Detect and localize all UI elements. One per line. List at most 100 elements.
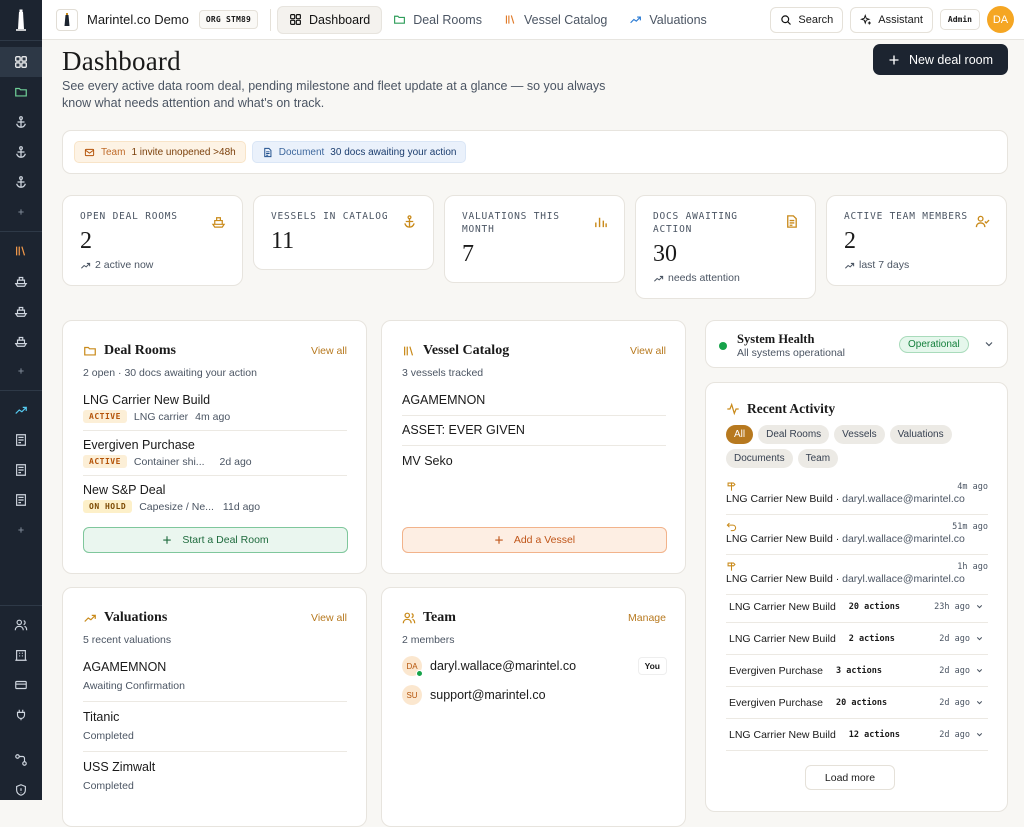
avatar: SU — [402, 685, 422, 705]
stat-docs-awaiting-action[interactable]: DOCS AWAITING ACTION 30 needs attention — [635, 195, 816, 299]
filter-chip[interactable]: All — [726, 425, 754, 444]
list-item[interactable]: AGAMEMNON — [402, 393, 485, 407]
tab-vessel-catalog[interactable]: Vessel Catalog — [493, 6, 618, 34]
signpost-icon — [727, 482, 736, 491]
library-icon[interactable] — [0, 236, 42, 266]
list-item[interactable]: USS Zimwalt Completed — [83, 760, 348, 792]
status-dot — [719, 342, 727, 350]
card-meta: 3 vessels tracked — [402, 367, 484, 379]
system-health-panel[interactable]: System Health All systems operational Op… — [705, 320, 1008, 368]
list-item[interactable]: New S&P Deal ON HOLD Capesize / Ne... 11d … — [83, 483, 348, 513]
stat-active-team-members[interactable]: ACTIVE TEAM MEMBERS 2 last 7 days — [826, 195, 1007, 286]
view-all-link[interactable]: View all — [311, 612, 347, 624]
plus-icon[interactable] — [0, 515, 42, 545]
list-item[interactable]: LNG Carrier New Build ACTIVE LNG carrier 4… — [83, 393, 348, 423]
card-meta: 2 open · 30 docs awaiting your action — [83, 367, 257, 379]
shield-icon[interactable] — [0, 775, 42, 805]
activity-group[interactable]: Evergiven Purchase 20 actions 2d ago — [726, 687, 988, 719]
list-item[interactable]: Titanic Completed — [83, 710, 348, 742]
status-badge: Operational — [899, 336, 969, 353]
building-icon[interactable] — [0, 640, 42, 670]
team-member[interactable]: DA daryl.wallace@marintel.co You — [402, 656, 667, 677]
anchor-icon[interactable] — [0, 107, 42, 137]
lighthouse-logo[interactable] — [0, 0, 42, 40]
receipt-icon[interactable] — [0, 455, 42, 485]
avatar[interactable]: DA — [987, 6, 1014, 33]
plus-icon[interactable] — [0, 356, 42, 386]
assistant-button[interactable]: Assistant — [850, 6, 933, 33]
new-deal-room-button[interactable]: New deal room — [873, 44, 1008, 75]
activity-group[interactable]: LNG Carrier New Build 12 actions 2d ago — [726, 719, 988, 751]
load-more-button[interactable]: Load more — [805, 765, 895, 790]
card-title: Deal Rooms — [104, 343, 176, 358]
bar-chart-icon — [595, 217, 607, 228]
card-meta: 5 recent valuations — [83, 634, 172, 646]
grid-icon[interactable] — [0, 47, 42, 77]
plus-icon — [889, 55, 899, 64]
search-button[interactable]: Search — [770, 6, 844, 33]
folder-icon[interactable] — [0, 77, 42, 107]
alerts-bar: Team 1 invite unopened >48h Document 30 … — [62, 130, 1008, 174]
sidebar-rail — [0, 0, 42, 800]
plus-icon[interactable] — [0, 197, 42, 227]
sparkle-icon — [860, 13, 872, 24]
credit-card-icon[interactable] — [0, 670, 42, 700]
tab-dashboard[interactable]: Dashboard — [277, 5, 383, 34]
page-subtitle: See every active data room deal, pending… — [62, 79, 606, 110]
ship-icon[interactable] — [0, 296, 42, 326]
filter-chip[interactable]: Vessels — [834, 425, 885, 444]
online-indicator — [416, 670, 423, 677]
recent-activity-card: Recent Activity All Deal Rooms Vessels V… — [705, 382, 1008, 812]
team-card: Team Manage 2 members DA daryl.wallace@m… — [381, 587, 686, 827]
list-item[interactable]: ASSET: EVER GIVEN — [402, 423, 525, 437]
plug-icon[interactable] — [0, 700, 42, 730]
view-all-link[interactable]: View all — [630, 345, 666, 357]
activity-group[interactable]: LNG Carrier New Build 20 actions 23h ago — [726, 591, 988, 623]
card-title: Valuations — [104, 610, 168, 625]
stat-valuations-this-month[interactable]: VALUATIONS THIS MONTH 7 — [444, 195, 625, 283]
org-badge[interactable]: ORG STM89 — [198, 10, 259, 29]
receipt-icon[interactable] — [0, 425, 42, 455]
add-vessel-button[interactable]: Add a Vessel — [402, 527, 667, 553]
card-title: Vessel Catalog — [423, 343, 510, 358]
workflow-icon[interactable] — [0, 745, 42, 775]
activity-event[interactable]: 4m ago LNG Carrier New Build · daryl.wal… — [726, 475, 988, 515]
team-alert-chip[interactable]: Team 1 invite unopened >48h — [74, 141, 246, 163]
chevron-down-icon[interactable] — [983, 338, 995, 350]
activity-group[interactable]: Evergiven Purchase 3 actions 2d ago — [726, 655, 988, 687]
folder-icon — [84, 346, 96, 356]
ship-icon[interactable] — [0, 266, 42, 296]
card-title: Recent Activity — [747, 401, 836, 416]
list-item[interactable]: Evergiven Purchase ACTIVE Container shi..… — [83, 438, 348, 468]
tab-deal-rooms[interactable]: Deal Rooms — [382, 6, 493, 34]
anchor-icon[interactable] — [0, 137, 42, 167]
filter-chip[interactable]: Deal Rooms — [758, 425, 830, 444]
folder-icon — [394, 15, 406, 24]
filter-chip[interactable]: Valuations — [889, 425, 952, 444]
manage-link[interactable]: Manage — [628, 612, 666, 624]
library-icon — [505, 15, 515, 24]
brand[interactable]: Marintel.co Demo — [42, 8, 189, 31]
stat-open-deal-rooms[interactable]: OPEN DEAL ROOMS 2 2 active now — [62, 195, 243, 286]
anchor-icon[interactable] — [0, 167, 42, 197]
activity-event[interactable]: 1h ago LNG Carrier New Build · daryl.wal… — [726, 555, 988, 595]
receipt-icon[interactable] — [0, 485, 42, 515]
activity-event[interactable]: 51m ago LNG Carrier New Build · daryl.wa… — [726, 515, 988, 555]
filter-chip[interactable]: Team — [797, 449, 839, 468]
ship-icon[interactable] — [0, 326, 42, 356]
users-icon[interactable] — [0, 610, 42, 640]
filter-chip[interactable]: Documents — [726, 449, 793, 468]
chevron-down-icon — [976, 605, 983, 609]
list-item[interactable]: AGAMEMNON Awaiting Confirmation — [83, 660, 348, 692]
trend-icon[interactable] — [0, 395, 42, 425]
grid-icon — [290, 14, 301, 25]
stat-vessels-in-catalog[interactable]: VESSELS IN CATALOG 11 — [253, 195, 434, 270]
list-item[interactable]: MV Seko — [402, 454, 453, 468]
view-all-link[interactable]: View all — [311, 345, 347, 357]
team-member[interactable]: SU support@marintel.co — [402, 685, 667, 705]
activity-group[interactable]: LNG Carrier New Build 2 actions 2d ago — [726, 623, 988, 655]
you-badge: You — [637, 657, 667, 675]
document-alert-chip[interactable]: Document 30 docs awaiting your action — [251, 141, 467, 163]
tab-valuations[interactable]: Valuations — [618, 6, 717, 34]
start-deal-room-button[interactable]: Start a Deal Room — [83, 527, 348, 553]
